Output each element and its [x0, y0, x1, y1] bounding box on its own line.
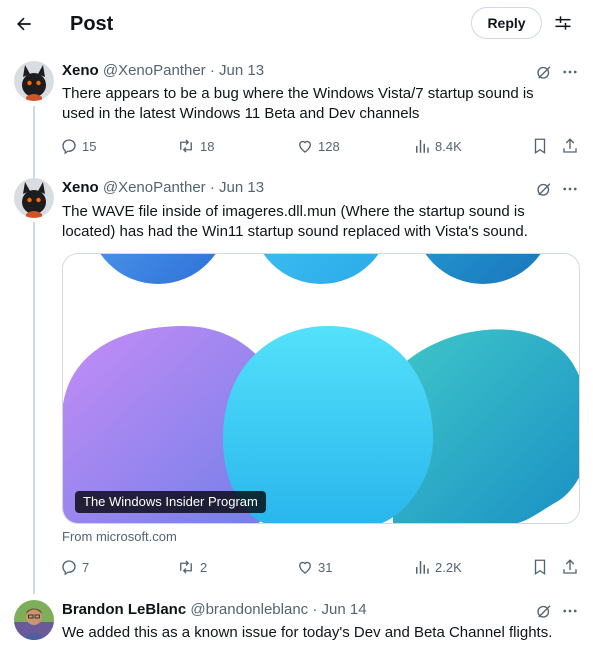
like-action[interactable]: 31	[296, 555, 332, 579]
separator: ·	[209, 179, 215, 196]
card-source[interactable]: From microsoft.com	[62, 529, 177, 544]
avatar[interactable]	[14, 61, 54, 101]
repost-count: 2	[200, 559, 208, 575]
author-handle[interactable]: @brandonleblanc	[190, 601, 308, 618]
reply-icon	[62, 560, 76, 576]
link-card[interactable]: The Windows Insider Program	[62, 253, 580, 524]
bookmark-icon	[534, 138, 546, 155]
grok-icon	[537, 66, 551, 79]
share-button[interactable]	[558, 555, 582, 579]
author-name[interactable]: Xeno	[62, 179, 99, 196]
separator: ·	[209, 62, 215, 79]
grok-button[interactable]	[533, 61, 555, 83]
grok-button[interactable]	[533, 600, 555, 622]
repost-action[interactable]: 18	[176, 134, 214, 158]
repost-action[interactable]: 2	[176, 555, 207, 579]
repost-icon	[180, 560, 192, 574]
post-date[interactable]: Jun 13	[219, 62, 264, 79]
share-button[interactable]	[558, 134, 582, 158]
post-date[interactable]: Jun 14	[322, 601, 367, 618]
filter-button[interactable]	[549, 9, 577, 37]
like-count: 31	[318, 559, 333, 575]
grok-icon	[537, 183, 551, 196]
action-bar: 7 2 31 2.2K	[60, 555, 582, 579]
post-text: There appears to be a bug where the Wind…	[62, 85, 534, 122]
views-icon	[416, 140, 429, 153]
more-button[interactable]	[559, 61, 581, 83]
grok-button[interactable]	[533, 178, 555, 200]
more-icon	[563, 609, 577, 613]
views-icon	[416, 561, 429, 574]
sliders-icon	[555, 16, 571, 30]
share-icon	[563, 138, 577, 153]
post-text: The WAVE file inside of imageres.dll.mun…	[62, 203, 528, 240]
more-button[interactable]	[559, 600, 581, 622]
avatar[interactable]	[14, 178, 54, 218]
post-meta: Xeno @XenoPanther · Jun 13	[62, 61, 264, 81]
reply-count: 7	[82, 559, 90, 575]
view-count: 2.2K	[435, 559, 462, 575]
grok-icon	[537, 605, 551, 618]
bookmark-button[interactable]	[528, 555, 552, 579]
avatar[interactable]	[14, 600, 54, 640]
bookmark-icon	[534, 559, 546, 576]
views-action[interactable]: 8.4K	[413, 134, 462, 158]
action-bar: 15 18 128 8.4K	[60, 134, 582, 158]
post-date[interactable]: Jun 13	[219, 179, 264, 196]
share-icon	[563, 559, 577, 574]
repost-count: 18	[200, 138, 215, 154]
like-action[interactable]: 128	[296, 134, 340, 158]
arrow-left-icon	[17, 17, 31, 31]
like-count: 128	[318, 138, 340, 154]
card-badge: The Windows Insider Program	[75, 491, 266, 513]
reply-action[interactable]: 15	[60, 134, 96, 158]
card-image	[63, 254, 579, 523]
post-text: We added this as a known issue for today…	[62, 624, 553, 641]
page-title: Post	[70, 13, 114, 35]
heart-icon	[299, 561, 311, 574]
post-meta: Brandon LeBlanc @brandonleblanc · Jun 14	[62, 600, 367, 620]
reply-button[interactable]: Reply	[471, 7, 542, 39]
thread-line	[33, 222, 35, 594]
repost-icon	[180, 139, 192, 153]
more-icon	[563, 187, 577, 191]
views-action[interactable]: 2.2K	[413, 555, 462, 579]
bookmark-button[interactable]	[528, 134, 552, 158]
back-button[interactable]	[10, 10, 38, 38]
separator: ·	[312, 601, 318, 618]
reply-action[interactable]: 7	[60, 555, 89, 579]
post-meta: Xeno @XenoPanther · Jun 13	[62, 178, 264, 198]
author-name[interactable]: Xeno	[62, 62, 99, 79]
heart-icon	[299, 140, 311, 153]
thread-line	[33, 106, 35, 178]
author-name[interactable]: Brandon LeBlanc	[62, 601, 186, 618]
author-handle[interactable]: @XenoPanther	[103, 62, 206, 79]
more-icon	[563, 70, 577, 74]
view-count: 8.4K	[435, 138, 462, 154]
more-button[interactable]	[559, 178, 581, 200]
reply-count: 15	[82, 138, 97, 154]
author-handle[interactable]: @XenoPanther	[103, 179, 206, 196]
reply-icon	[62, 139, 76, 155]
